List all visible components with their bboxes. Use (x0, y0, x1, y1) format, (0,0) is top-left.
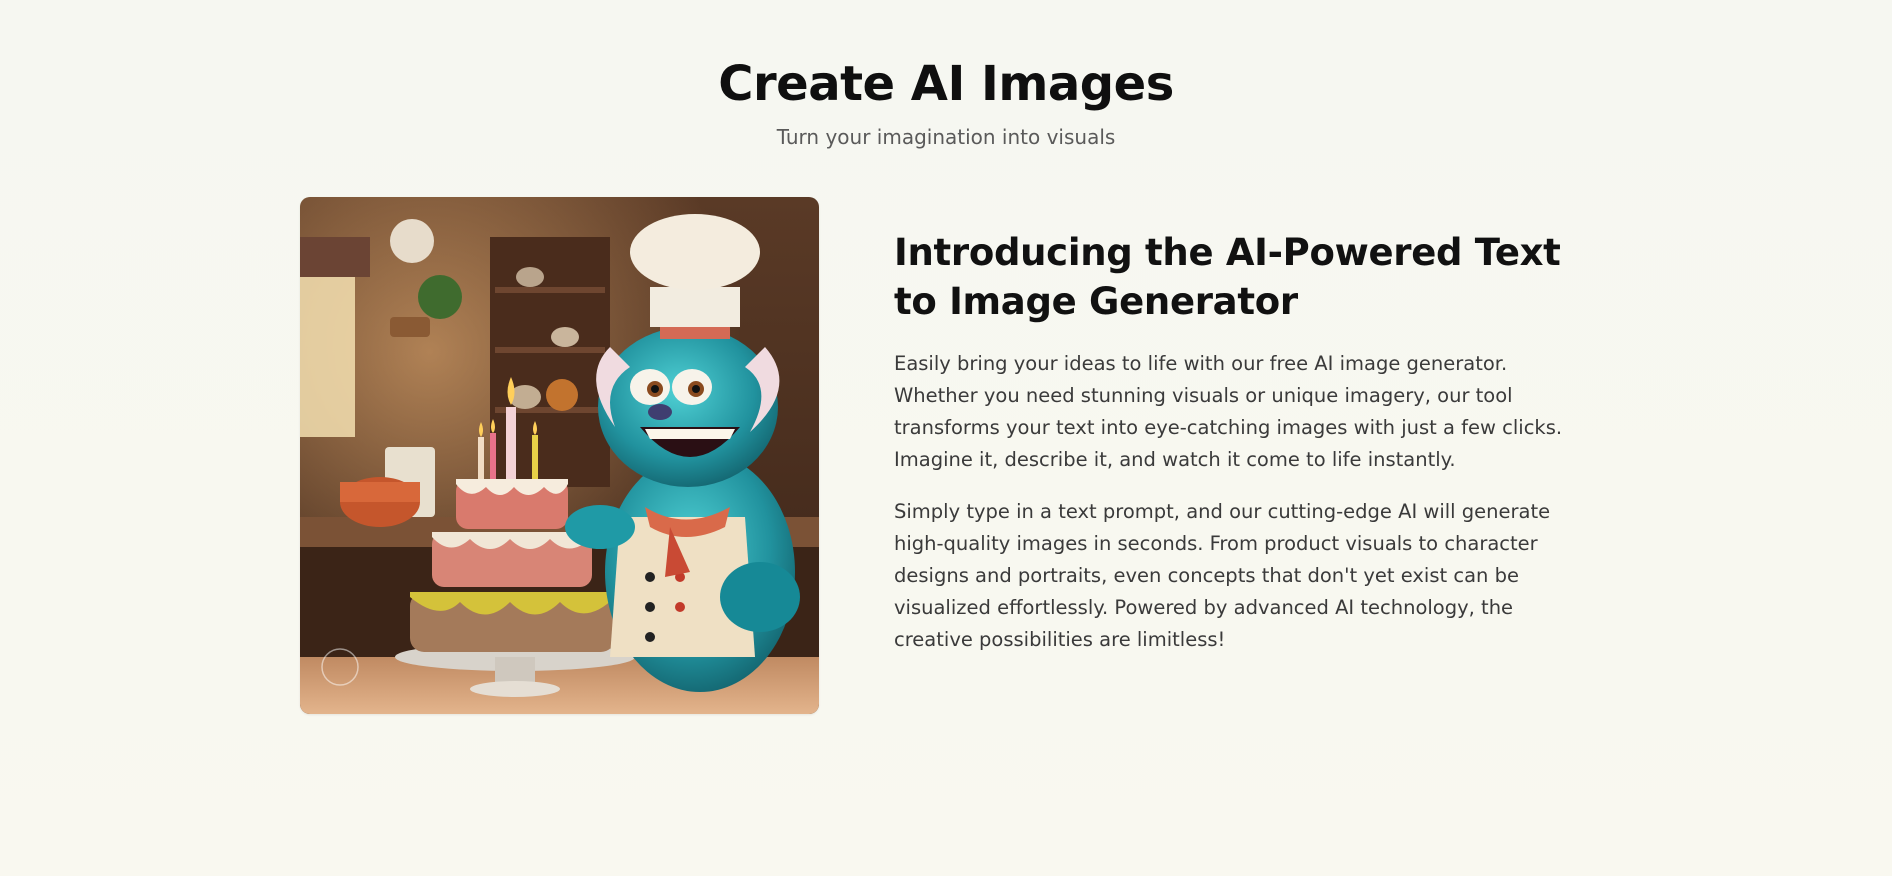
feature-paragraph-1: Easily bring your ideas to life with our… (894, 352, 1563, 471)
feature-image (300, 197, 819, 714)
page: Create AI Images Turn your imagination i… (0, 0, 1892, 876)
page-subtitle: Turn your imagination into visuals (776, 125, 1116, 149)
feature-heading: Introducing the AI-Powered Text to Image… (894, 231, 1561, 323)
feature-paragraph-2: Simply type in a text prompt, and our cu… (894, 500, 1551, 651)
feature-content: Introducing the AI-Powered Text to Image… (894, 228, 1594, 676)
page-title: Create AI Images (718, 56, 1174, 112)
